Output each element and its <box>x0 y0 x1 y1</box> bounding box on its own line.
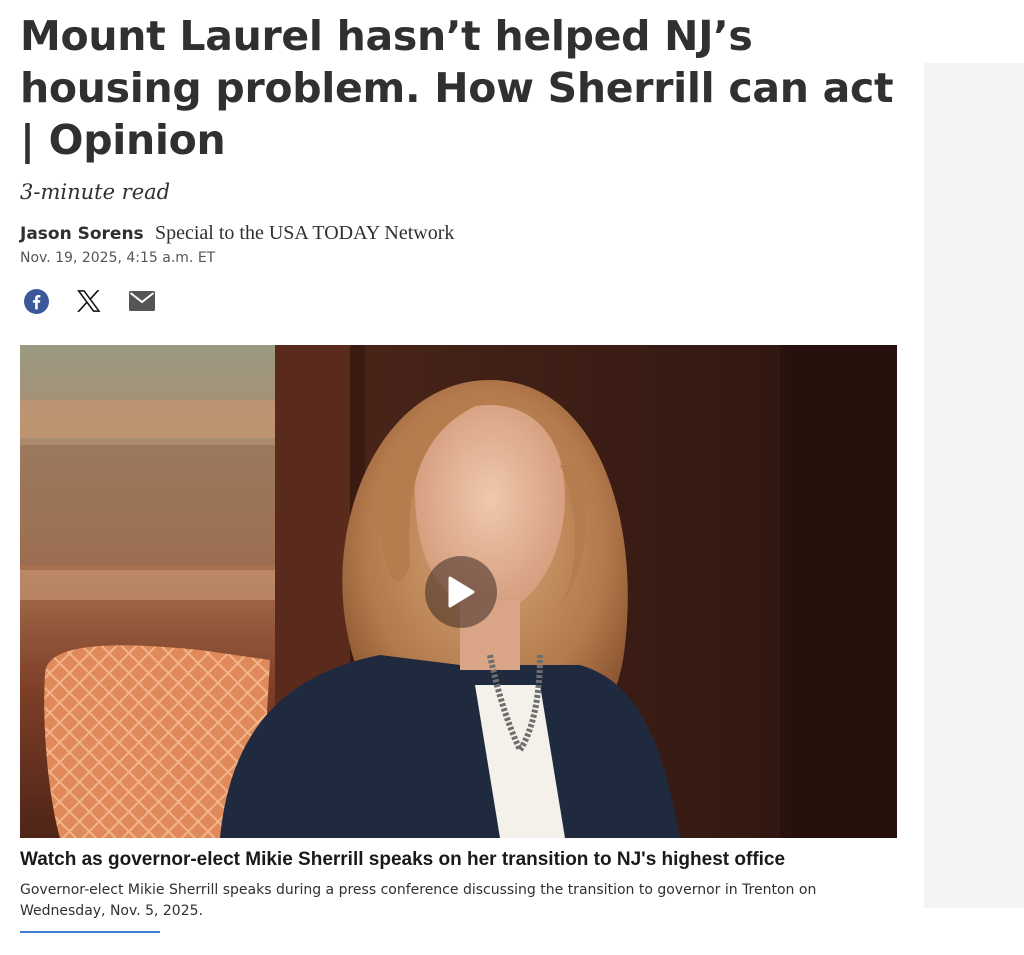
read-time: 3-minute read <box>20 180 171 204</box>
video-title[interactable]: Watch as governor-elect Mikie Sherrill s… <box>20 849 900 871</box>
share-x-button[interactable] <box>74 286 104 316</box>
byline: Jason Sorens Special to the USA TODAY Ne… <box>20 222 900 248</box>
play-button[interactable] <box>425 556 497 628</box>
share-bar <box>20 284 900 318</box>
author-affiliation: Special to the USA TODAY Network <box>154 222 455 244</box>
play-icon <box>448 576 475 608</box>
video-player[interactable] <box>20 345 897 838</box>
x-icon <box>77 290 101 312</box>
page: Mount Laurel hasn’t helped NJ’s housing … <box>0 0 1024 955</box>
caption-divider <box>20 931 160 933</box>
author-name[interactable]: Jason Sorens <box>20 224 144 244</box>
publish-date: Nov. 19, 2025, 4:15 a.m. ET <box>20 250 216 266</box>
email-icon <box>129 291 155 311</box>
share-facebook-button[interactable] <box>21 286 51 316</box>
article: Mount Laurel hasn’t helped NJ’s housing … <box>20 0 900 933</box>
headline: Mount Laurel hasn’t helped NJ’s housing … <box>20 12 894 164</box>
right-rail <box>924 63 1024 908</box>
facebook-icon <box>23 288 49 314</box>
video-caption: Governor-elect Mikie Sherrill speaks dur… <box>20 882 817 919</box>
share-email-button[interactable] <box>127 286 157 316</box>
